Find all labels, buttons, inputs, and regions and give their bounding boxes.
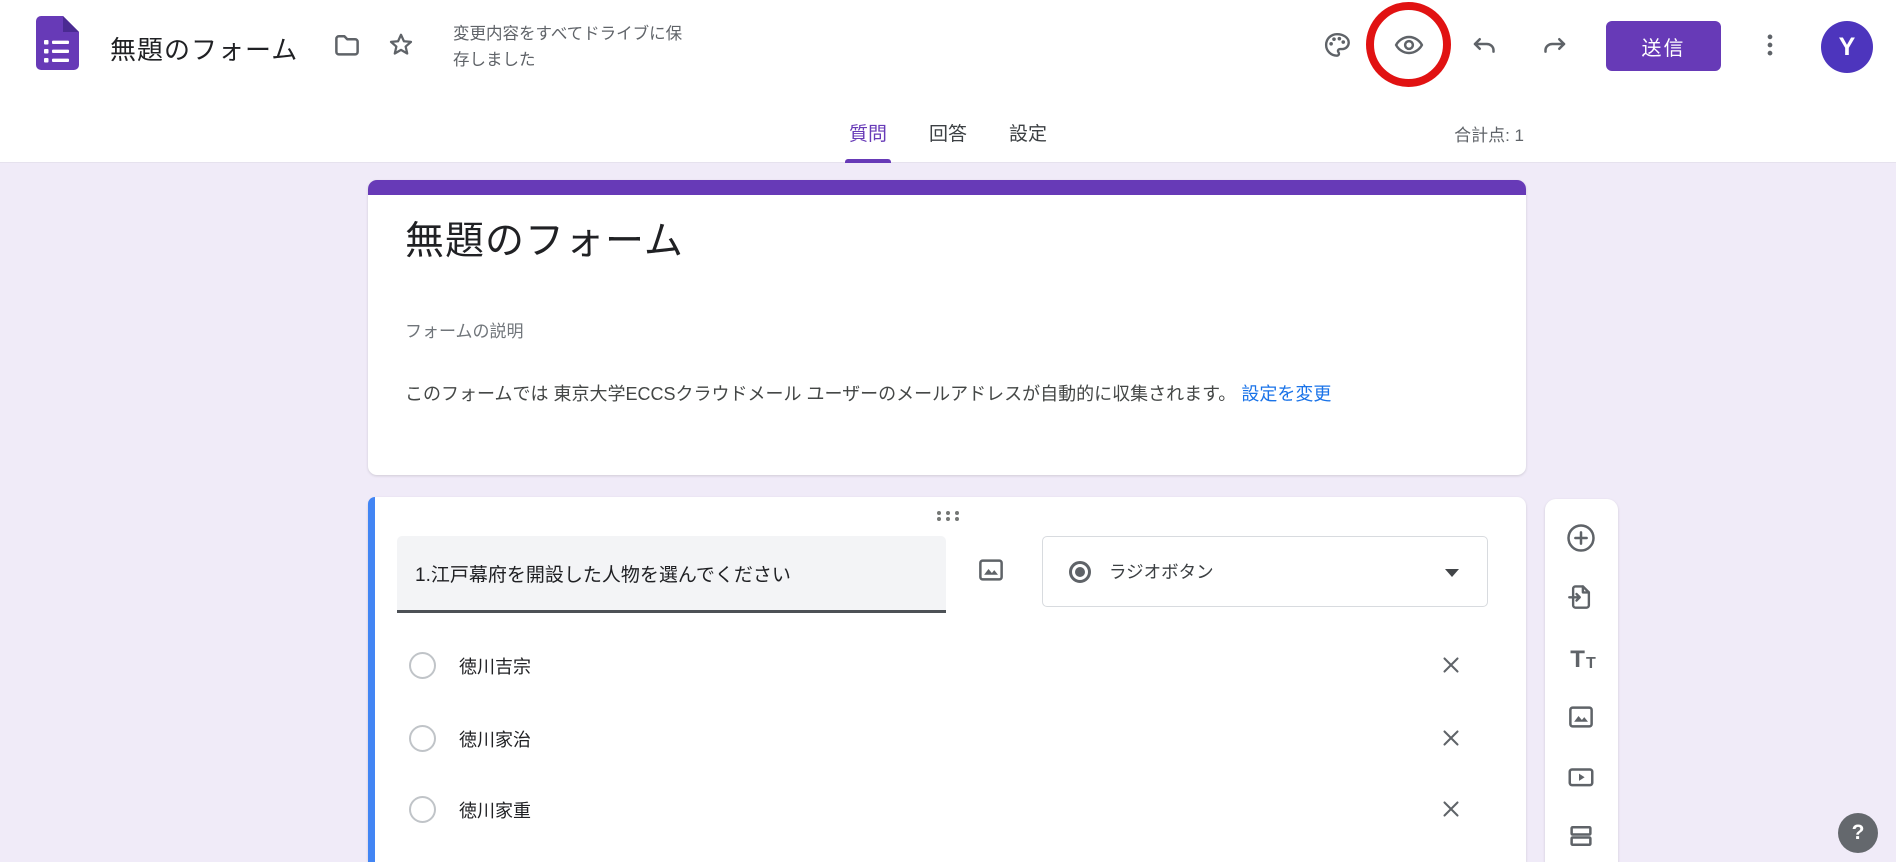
tab-questions[interactable]: 質問 (828, 108, 908, 163)
help-button[interactable]: ? (1838, 813, 1878, 853)
document-title[interactable]: 無題のフォーム (110, 30, 298, 67)
add-image-to-question-icon[interactable] (976, 555, 1006, 585)
form-title-input[interactable]: 無題のフォーム (405, 218, 684, 266)
tab-bar: 質問 回答 設定 (0, 108, 1896, 163)
email-collection-notice: このフォームでは 東京大学ECCSクラウドメール ユーザーのメールアドレスが自動… (405, 379, 1497, 409)
change-settings-link[interactable]: 設定を変更 (1241, 384, 1331, 404)
add-title-icon[interactable]: T T (1566, 642, 1600, 672)
theme-color-bar (368, 180, 1526, 195)
option-radio-icon (409, 725, 436, 752)
preview-eye-icon[interactable] (1394, 30, 1424, 60)
option-row: 徳川家治 (368, 722, 1526, 756)
form-header-card: 無題のフォーム フォームの説明 このフォームでは 東京大学ECCSクラウドメール… (368, 180, 1526, 475)
question-title-input[interactable]: 1.江戸幕府を開設した人物を選んでください (397, 536, 946, 613)
add-question-icon[interactable] (1566, 523, 1596, 553)
radio-type-icon (1069, 561, 1091, 583)
form-description-input[interactable]: フォームの説明 (405, 317, 524, 342)
import-questions-icon[interactable] (1566, 582, 1596, 612)
more-options-icon[interactable] (1755, 30, 1785, 60)
option-label-input[interactable]: 徳川家重 (459, 797, 531, 823)
undo-icon[interactable] (1469, 30, 1499, 60)
forms-logo-icon[interactable] (33, 16, 79, 70)
theme-palette-icon[interactable] (1322, 30, 1352, 60)
option-radio-icon (409, 796, 436, 823)
question-type-dropdown[interactable]: ラジオボタン (1042, 536, 1488, 607)
remove-option-icon[interactable] (1438, 725, 1464, 751)
tab-settings[interactable]: 設定 (988, 108, 1068, 163)
star-icon[interactable] (386, 30, 416, 60)
remove-option-icon[interactable] (1438, 652, 1464, 678)
question-type-label: ラジオボタン (1109, 559, 1214, 584)
add-image-icon[interactable] (1566, 702, 1596, 732)
total-points: 合計点: 1 (1454, 121, 1524, 146)
option-radio-icon (409, 652, 436, 679)
dropdown-caret-icon (1445, 569, 1459, 577)
active-tab-underline (845, 159, 891, 163)
add-video-icon[interactable] (1566, 762, 1596, 792)
save-status: 変更内容をすべてドライブに保存しました (453, 21, 698, 73)
remove-option-icon[interactable] (1438, 796, 1464, 822)
option-row: 徳川吉宗 (368, 649, 1526, 683)
move-to-folder-icon[interactable] (332, 30, 362, 60)
insert-toolbar: T T (1545, 499, 1618, 862)
redo-icon[interactable] (1540, 30, 1570, 60)
question-card: 1.江戸幕府を開設した人物を選んでください ラジオボタン 徳川吉宗 徳川家治 (368, 497, 1526, 862)
send-button[interactable]: 送信 (1606, 21, 1721, 71)
google-forms-editor: 無題のフォーム 変更内容をすべてドライブに保存しました (0, 0, 1896, 862)
option-row: 徳川家重 (368, 793, 1526, 827)
tab-responses[interactable]: 回答 (908, 108, 988, 163)
option-label-input[interactable]: 徳川家治 (459, 726, 531, 752)
drag-handle-icon[interactable] (934, 510, 962, 522)
add-section-icon[interactable] (1566, 821, 1596, 851)
option-label-input[interactable]: 徳川吉宗 (459, 653, 531, 679)
account-avatar[interactable]: Y (1821, 21, 1873, 73)
app-header: 無題のフォーム 変更内容をすべてドライブに保存しました (0, 0, 1896, 163)
